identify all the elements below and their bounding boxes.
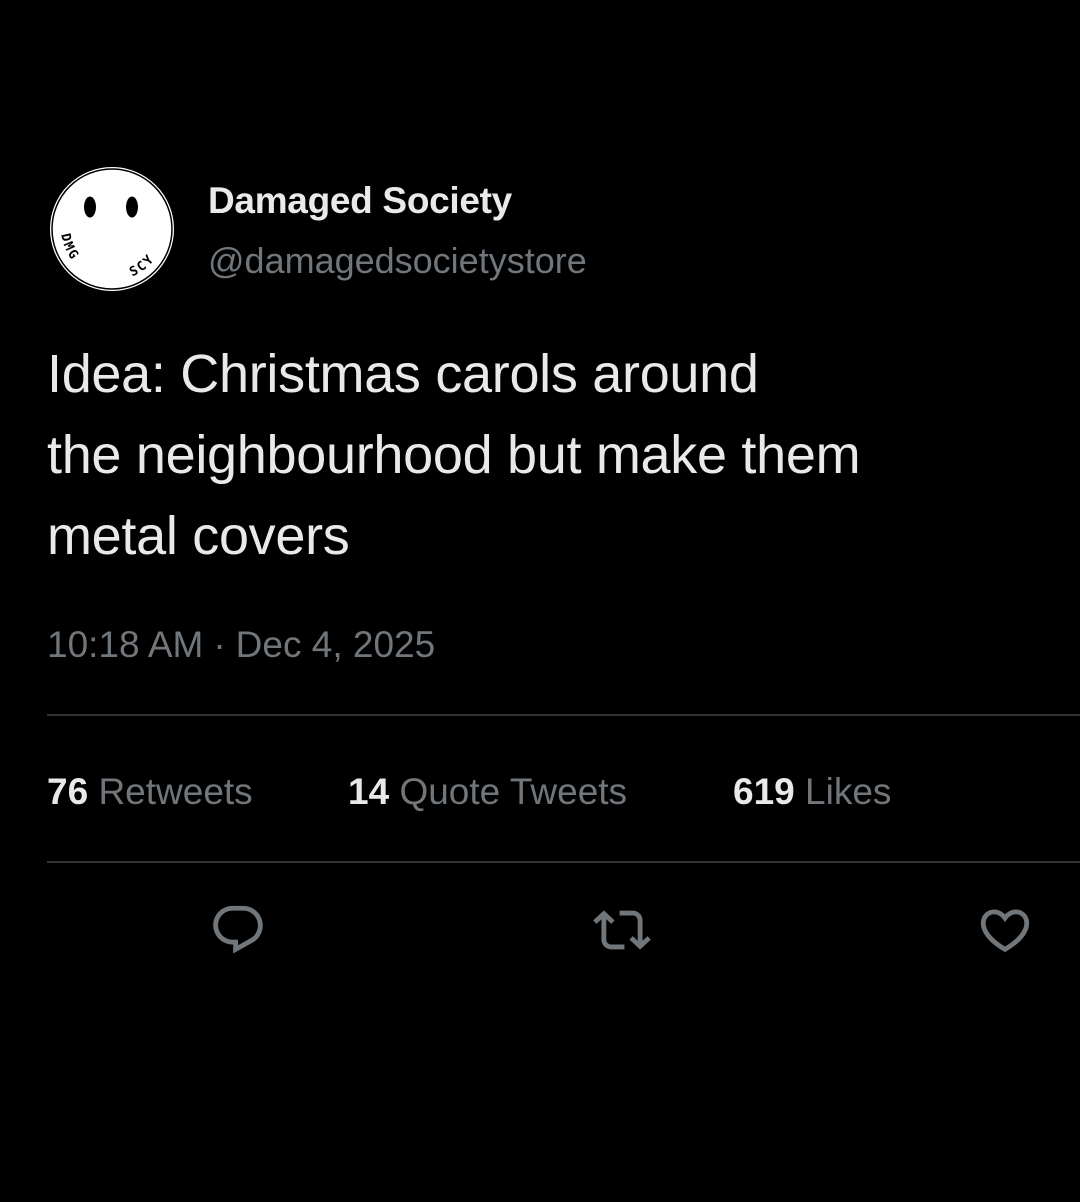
quote-tweets-label: Quote Tweets bbox=[399, 771, 628, 812]
retweet-icon bbox=[593, 910, 651, 950]
avatar[interactable]: DMG SCY bbox=[47, 164, 177, 294]
likes-stat[interactable]: 619 Likes bbox=[733, 768, 891, 816]
likes-count: 619 bbox=[733, 771, 795, 812]
retweets-count: 76 bbox=[47, 771, 89, 812]
tweet-text-line: metal covers bbox=[47, 506, 350, 566]
tweet-detail: DMG SCY Damaged Society @damagedsocietys… bbox=[0, 0, 1080, 1202]
heart-icon bbox=[980, 909, 1030, 953]
tweet-text: Idea: Christmas carols around the neighb… bbox=[47, 334, 1037, 577]
timestamp-separator: · bbox=[213, 624, 226, 665]
reply-button[interactable] bbox=[206, 898, 270, 962]
reply-icon bbox=[213, 905, 263, 954]
tweet-text-line: the neighbourhood but make them bbox=[47, 425, 861, 485]
like-button[interactable] bbox=[973, 898, 1037, 962]
likes-label: Likes bbox=[805, 771, 892, 812]
quote-tweets-count: 14 bbox=[348, 771, 390, 812]
tweet-text-line: Idea: Christmas carols around bbox=[47, 344, 759, 404]
retweets-label: Retweets bbox=[98, 771, 253, 812]
tweet-time: 10:18 AM bbox=[47, 624, 204, 665]
smiley-logo-icon: DMG SCY bbox=[48, 165, 176, 293]
display-name[interactable]: Damaged Society bbox=[208, 178, 587, 224]
retweet-button[interactable] bbox=[590, 898, 654, 962]
divider bbox=[47, 861, 1080, 863]
tweet-date: Dec 4, 2025 bbox=[235, 624, 436, 665]
author-block: Damaged Society @damagedsocietystore bbox=[208, 178, 587, 284]
divider bbox=[47, 714, 1080, 716]
user-handle[interactable]: @damagedsocietystore bbox=[208, 238, 587, 284]
tweet-timestamp[interactable]: 10:18 AM · Dec 4, 2025 bbox=[47, 622, 435, 668]
retweets-stat[interactable]: 76 Retweets bbox=[47, 768, 253, 816]
quote-tweets-stat[interactable]: 14 Quote Tweets bbox=[348, 768, 627, 816]
